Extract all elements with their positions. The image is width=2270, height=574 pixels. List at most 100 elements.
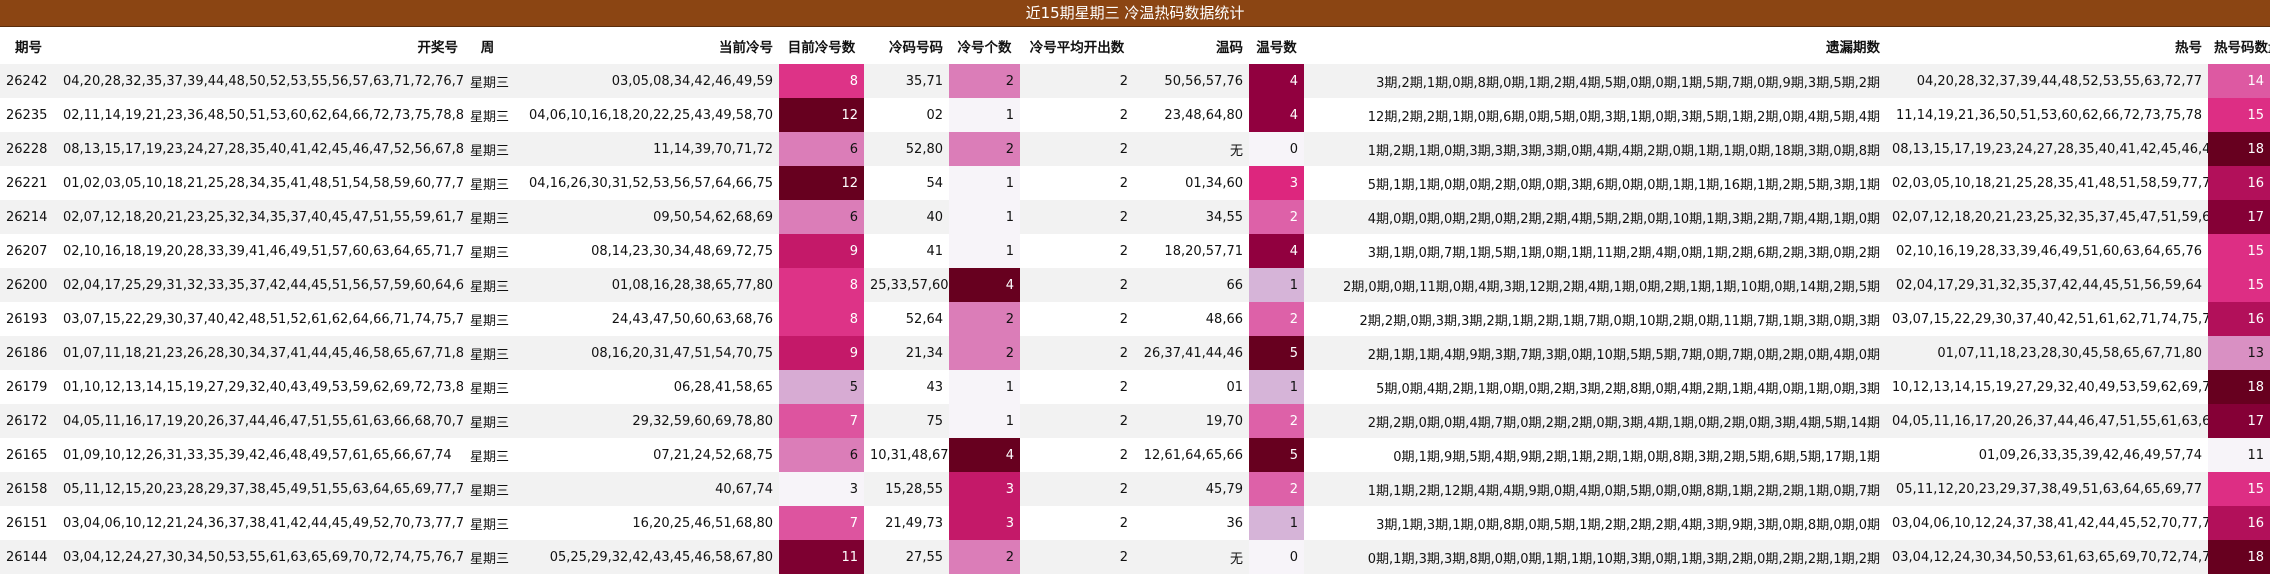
cell-hot: 02,10,16,19,28,33,39,46,49,51,60,63,64,6…	[1886, 234, 2208, 268]
cell-warm: 26,37,41,44,46	[1134, 336, 1249, 370]
cell-cold-count: 2	[949, 64, 1020, 98]
cell-warm-count: 1	[1249, 506, 1304, 540]
cell-cold-avg: 2	[1020, 336, 1134, 370]
header-period: 期号	[0, 27, 57, 64]
cell-numbers: 05,11,12,15,20,23,28,29,37,38,45,49,51,5…	[57, 472, 464, 506]
cell-hot: 04,20,28,32,37,39,44,48,52,53,55,63,72,7…	[1886, 64, 2208, 98]
cell-warm: 18,20,57,71	[1134, 234, 1249, 268]
cell-cold-codes: 35,71	[864, 64, 949, 98]
cell-miss: 1期,2期,1期,0期,3期,3期,3期,3期,0期,4期,4期,2期,0期,1…	[1304, 132, 1886, 166]
cell-warm: 50,56,57,76	[1134, 64, 1249, 98]
cell-hot-count: 16	[2208, 506, 2270, 540]
cell-hot: 03,04,06,10,12,24,37,38,41,42,44,45,52,7…	[1886, 506, 2208, 540]
cell-hot: 05,11,12,20,23,29,37,38,49,51,63,64,65,6…	[1886, 472, 2208, 506]
table-row: 26144 03,04,12,24,27,30,34,50,53,55,61,63…	[0, 540, 2270, 574]
cell-cold: 04,06,10,16,18,20,22,25,43,49,58,70	[511, 98, 779, 132]
cell-numbers: 02,10,16,18,19,20,28,33,39,41,46,49,51,5…	[57, 234, 464, 268]
cell-warm-count: 4	[1249, 98, 1304, 132]
cell-numbers: 03,07,15,22,29,30,37,40,42,48,51,52,61,6…	[57, 302, 464, 336]
cell-weekday: 星期三	[464, 64, 511, 98]
header-cold-codes: 冷码号码	[864, 27, 949, 64]
cell-weekday: 星期三	[464, 166, 511, 200]
cell-hot-count: 15	[2208, 268, 2270, 302]
cell-warm-count: 0	[1249, 540, 1304, 574]
header-weekday: 周	[464, 27, 511, 64]
cell-period: 26214	[0, 200, 57, 234]
cell-cold: 06,28,41,58,65	[511, 370, 779, 404]
cell-warm-count: 5	[1249, 438, 1304, 472]
cell-hot-count: 13	[2208, 336, 2270, 370]
cell-cold-count: 1	[949, 370, 1020, 404]
cell-cold-target: 8	[779, 302, 864, 336]
cell-numbers: 01,07,11,18,21,23,26,28,30,34,37,41,44,4…	[57, 336, 464, 370]
cell-warm-count: 4	[1249, 64, 1304, 98]
cell-numbers: 03,04,06,10,12,21,24,36,37,38,41,42,44,4…	[57, 506, 464, 540]
cell-weekday: 星期三	[464, 404, 511, 438]
cell-period: 26151	[0, 506, 57, 540]
cell-cold-codes: 41	[864, 234, 949, 268]
cell-hot: 02,04,17,29,31,32,35,37,42,44,45,51,56,5…	[1886, 268, 2208, 302]
cell-cold-codes: 52,80	[864, 132, 949, 166]
cell-cold: 05,25,29,32,42,43,45,46,58,67,80	[511, 540, 779, 574]
cell-warm-count: 2	[1249, 200, 1304, 234]
cell-numbers: 04,20,28,32,35,37,39,44,48,50,52,53,55,5…	[57, 64, 464, 98]
cell-period: 26144	[0, 540, 57, 574]
cell-weekday: 星期三	[464, 200, 511, 234]
cell-cold-count: 2	[949, 132, 1020, 166]
cell-miss: 3期,1期,0期,7期,1期,5期,1期,0期,1期,11期,2期,4期,0期,…	[1304, 234, 1886, 268]
cell-cold: 03,05,08,34,42,46,49,59	[511, 64, 779, 98]
table-row: 26214 02,07,12,18,20,21,23,25,32,34,35,37…	[0, 200, 2270, 234]
header-cold: 当前冷号	[511, 27, 779, 64]
cell-hot-count: 16	[2208, 302, 2270, 336]
cell-cold: 24,43,47,50,60,63,68,76	[511, 302, 779, 336]
cell-cold-codes: 02	[864, 98, 949, 132]
header-cold-target: 目前冷号数	[779, 27, 864, 64]
cell-period: 26207	[0, 234, 57, 268]
cell-cold-codes: 15,28,55	[864, 472, 949, 506]
cell-miss: 2期,2期,0期,0期,4期,7期,0期,2期,2期,0期,3期,4期,1期,0…	[1304, 404, 1886, 438]
cell-cold-count: 3	[949, 472, 1020, 506]
cell-miss: 1期,1期,2期,12期,4期,4期,9期,0期,4期,0期,5期,0期,0期,…	[1304, 472, 1886, 506]
cell-weekday: 星期三	[464, 234, 511, 268]
cell-hot: 10,12,13,14,15,19,27,29,32,40,49,53,59,6…	[1886, 370, 2208, 404]
cell-cold-avg: 2	[1020, 200, 1134, 234]
cell-weekday: 星期三	[464, 302, 511, 336]
cell-miss: 0期,1期,3期,3期,8期,0期,0期,1期,1期,10期,3期,0期,1期,…	[1304, 540, 1886, 574]
cell-cold-target: 6	[779, 438, 864, 472]
table-row: 26221 01,02,03,05,10,18,21,25,28,34,35,41…	[0, 166, 2270, 200]
cell-cold-count: 2	[949, 336, 1020, 370]
cell-cold-count: 1	[949, 234, 1020, 268]
cell-hot-count: 15	[2208, 234, 2270, 268]
table-row: 26193 03,07,15,22,29,30,37,40,42,48,51,52…	[0, 302, 2270, 336]
header-numbers: 开奖号	[57, 27, 464, 64]
cell-cold-count: 2	[949, 540, 1020, 574]
cell-weekday: 星期三	[464, 132, 511, 166]
table-row: 26151 03,04,06,10,12,21,24,36,37,38,41,42…	[0, 506, 2270, 540]
cell-cold-target: 6	[779, 132, 864, 166]
cell-cold-target: 12	[779, 98, 864, 132]
cell-cold-target: 8	[779, 64, 864, 98]
cell-hot: 02,03,05,10,18,21,25,28,35,41,48,51,58,5…	[1886, 166, 2208, 200]
cell-miss: 5期,0期,4期,2期,1期,0期,0期,2期,3期,2期,8期,0期,4期,2…	[1304, 370, 1886, 404]
cell-cold-target: 7	[779, 404, 864, 438]
cell-cold: 01,08,16,28,38,65,77,80	[511, 268, 779, 302]
cell-cold: 11,14,39,70,71,72	[511, 132, 779, 166]
cell-cold-avg: 2	[1020, 472, 1134, 506]
cell-numbers: 01,09,10,12,26,31,33,35,39,42,46,48,49,5…	[57, 438, 464, 472]
cell-cold-avg: 2	[1020, 98, 1134, 132]
cell-cold-codes: 52,64	[864, 302, 949, 336]
cell-cold-target: 6	[779, 200, 864, 234]
cell-period: 26235	[0, 98, 57, 132]
cell-period: 26242	[0, 64, 57, 98]
cell-period: 26221	[0, 166, 57, 200]
table-row: 26235 02,11,14,19,21,23,36,48,50,51,53,60…	[0, 98, 2270, 132]
cell-cold-target: 8	[779, 268, 864, 302]
cell-weekday: 星期三	[464, 98, 511, 132]
cell-miss: 3期,2期,1期,0期,8期,0期,1期,2期,4期,5期,0期,0期,1期,5…	[1304, 64, 1886, 98]
cell-cold-target: 9	[779, 234, 864, 268]
cell-weekday: 星期三	[464, 540, 511, 574]
cell-cold-codes: 21,34	[864, 336, 949, 370]
cell-cold-codes: 54	[864, 166, 949, 200]
table-row: 26207 02,10,16,18,19,20,28,33,39,41,46,49…	[0, 234, 2270, 268]
cell-hot-count: 18	[2208, 370, 2270, 404]
